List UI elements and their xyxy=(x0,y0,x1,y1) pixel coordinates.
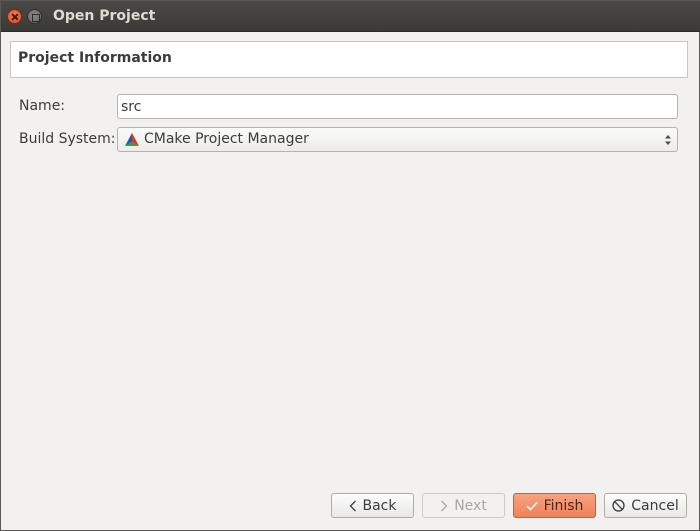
finish-button[interactable]: Finish xyxy=(513,493,596,518)
cmake-icon xyxy=(125,133,139,146)
next-button[interactable]: Next xyxy=(422,493,505,518)
name-input[interactable] xyxy=(117,94,678,119)
close-window-icon[interactable] xyxy=(7,9,22,24)
page-title: Project Information xyxy=(18,50,172,66)
cancel-icon xyxy=(612,499,625,512)
next-label: Next xyxy=(454,497,487,514)
back-label: Back xyxy=(362,497,397,514)
name-label: Name: xyxy=(19,98,66,114)
cancel-button[interactable]: Cancel xyxy=(604,493,687,518)
cancel-label: Cancel xyxy=(631,497,679,514)
maximize-window-icon[interactable] xyxy=(27,9,42,24)
window-title: Open Project xyxy=(53,8,156,24)
finish-label: Finish xyxy=(543,497,584,514)
open-project-dialog: Open Project Project Information Name: B… xyxy=(0,0,700,531)
chevron-left-icon xyxy=(349,500,356,511)
dropdown-arrows-icon xyxy=(665,135,671,145)
build-system-label: Build System: xyxy=(19,131,116,147)
title-bar: Open Project xyxy=(1,1,700,32)
checkmark-icon xyxy=(526,501,538,511)
build-system-value: CMake Project Manager xyxy=(144,131,309,147)
build-system-select[interactable]: CMake Project Manager xyxy=(117,127,678,152)
page-header: Project Information xyxy=(10,41,688,78)
chevron-right-icon xyxy=(441,500,448,511)
back-button[interactable]: Back xyxy=(331,493,414,518)
